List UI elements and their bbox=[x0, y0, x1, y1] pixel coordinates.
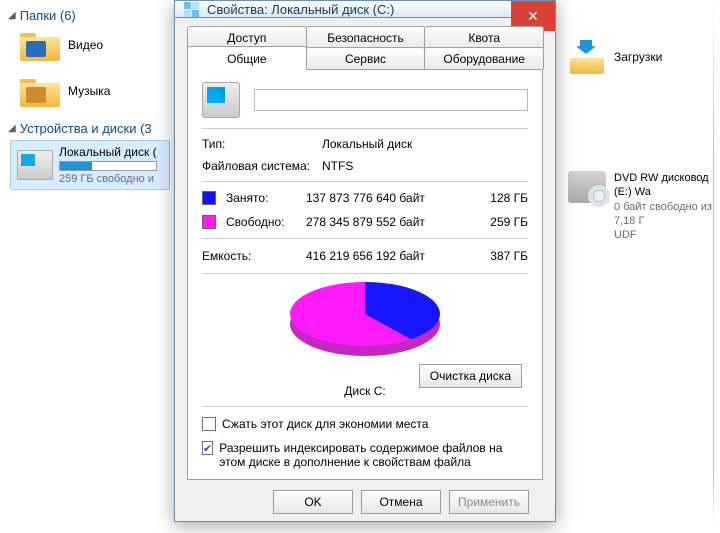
used-bytes: 137 873 776 640 байт bbox=[306, 191, 466, 205]
separator bbox=[202, 238, 528, 239]
right-separator bbox=[713, 0, 714, 525]
dvd-name: DVD RW дисковод (E:) Wa bbox=[614, 171, 718, 200]
tab-strip: Доступ Безопасность Квота Общие Сервис О… bbox=[187, 26, 543, 70]
dvd-free-text: 0 байт свободно из 7,18 Г bbox=[614, 200, 718, 229]
properties-dialog: Свойства: Локальный диск (C:) ✕ Доступ Б… bbox=[174, 0, 556, 522]
drive-free-text: 259 ГБ свободно и bbox=[59, 173, 157, 185]
folder-icon bbox=[20, 75, 60, 107]
index-label: Разрешить индексировать содержимое файло… bbox=[219, 441, 528, 469]
tab-access[interactable]: Доступ bbox=[187, 26, 307, 48]
folder-inner-icon bbox=[26, 87, 46, 103]
separator bbox=[202, 406, 528, 407]
close-icon: ✕ bbox=[527, 8, 539, 25]
capacity-gb: 387 ГБ bbox=[466, 249, 528, 263]
tab-panel-general: Тип: Локальный диск Файловая система: NT… bbox=[187, 69, 543, 480]
ok-button[interactable]: OK bbox=[273, 490, 353, 514]
devices-header-text: Устройства и диски (3 bbox=[20, 121, 152, 136]
cancel-button[interactable]: Отмена bbox=[361, 490, 441, 514]
dialog-titlebar[interactable]: Свойства: Локальный диск (C:) ✕ bbox=[175, 1, 555, 18]
drive-name-input[interactable] bbox=[254, 89, 528, 111]
disk-cleanup-button[interactable]: Очистка диска bbox=[419, 364, 522, 388]
drive-usage-bar bbox=[59, 161, 157, 171]
separator bbox=[202, 128, 528, 129]
drive-name: Локальный диск ( bbox=[59, 145, 157, 159]
capacity-bytes: 416 219 656 192 байт bbox=[306, 249, 466, 263]
type-value: Локальный диск bbox=[322, 137, 412, 151]
compress-checkbox[interactable] bbox=[202, 417, 216, 431]
folder-label: Видео bbox=[68, 38, 103, 52]
tab-security[interactable]: Безопасность bbox=[306, 26, 426, 48]
used-gb: 128 ГБ bbox=[466, 191, 528, 205]
tab-tools[interactable]: Сервис bbox=[306, 47, 426, 69]
drive-item-c[interactable]: Локальный диск ( 259 ГБ свободно и bbox=[10, 140, 170, 190]
free-color-swatch bbox=[202, 215, 216, 229]
used-label: Занято: bbox=[226, 191, 306, 205]
tab-general[interactable]: Общие bbox=[187, 46, 307, 70]
separator bbox=[202, 181, 528, 182]
free-bytes: 278 345 879 552 байт bbox=[306, 215, 466, 229]
fs-label: Файловая система: bbox=[202, 159, 322, 173]
tab-hardware[interactable]: Оборудование bbox=[424, 47, 544, 69]
used-color-swatch bbox=[202, 191, 216, 205]
downloads-label: Загрузки bbox=[614, 50, 662, 64]
index-checkbox[interactable]: ✔ bbox=[202, 441, 213, 455]
capacity-label: Емкость: bbox=[202, 249, 306, 263]
caret-icon: ◢ bbox=[8, 123, 16, 134]
apply-button[interactable]: Применить bbox=[449, 490, 529, 514]
compress-label: Сжать этот диск для экономии места bbox=[222, 417, 428, 431]
dialog-title: Свойства: Локальный диск (C:) bbox=[207, 2, 394, 17]
folder-item-downloads[interactable]: Загрузки bbox=[568, 40, 718, 74]
folders-header-text: Папки (6) bbox=[20, 8, 76, 23]
dvd-icon bbox=[568, 171, 606, 203]
fs-value: NTFS bbox=[322, 159, 353, 173]
folder-icon bbox=[20, 29, 60, 61]
dialog-button-row: OK Отмена Применить bbox=[187, 480, 543, 514]
free-gb: 259 ГБ bbox=[466, 215, 528, 229]
free-label: Свободно: bbox=[226, 215, 306, 229]
dvd-drive-item[interactable]: DVD RW дисковод (E:) Wa 0 байт свободно … bbox=[568, 171, 718, 242]
folder-inner-icon bbox=[26, 41, 46, 57]
caret-icon: ◢ bbox=[8, 10, 16, 21]
usage-pie-chart bbox=[290, 282, 440, 360]
drive-small-icon bbox=[183, 1, 199, 17]
tab-quota[interactable]: Квота bbox=[424, 26, 544, 48]
type-label: Тип: bbox=[202, 137, 322, 151]
dvd-fs-text: UDF bbox=[614, 228, 718, 242]
drive-large-icon bbox=[202, 82, 240, 118]
separator bbox=[202, 273, 528, 274]
drive-icon bbox=[17, 150, 53, 180]
folder-label: Музыка bbox=[68, 84, 110, 98]
downloads-icon bbox=[568, 40, 606, 74]
